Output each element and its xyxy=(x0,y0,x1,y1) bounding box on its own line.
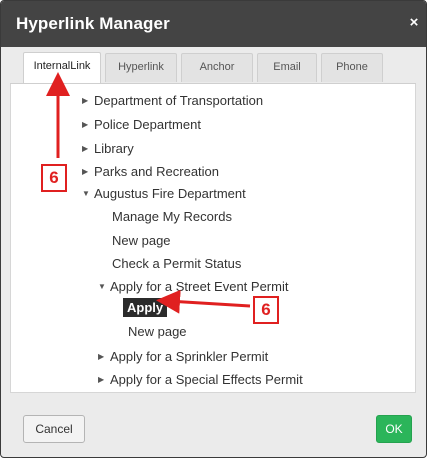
annotation-arrow-left xyxy=(156,289,251,314)
step-callout-right: 6 xyxy=(253,296,279,324)
annotation-overlay xyxy=(46,72,251,314)
step-callout-left: 6 xyxy=(41,164,67,192)
